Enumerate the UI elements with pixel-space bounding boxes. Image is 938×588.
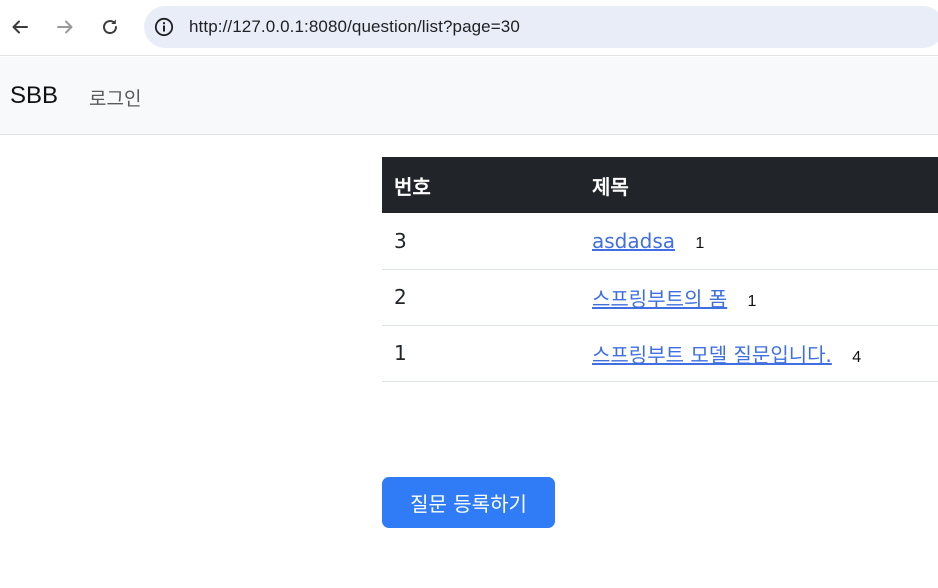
header-number: 번호	[382, 157, 580, 213]
table-row: 3 asdadsa 1	[382, 213, 938, 270]
question-link[interactable]: 스프링부트 모델 질문입니다.	[592, 343, 832, 367]
browser-toolbar: http://127.0.0.1:8080/question/list?page…	[0, 0, 938, 56]
question-link[interactable]: 스프링부트의 폼	[592, 287, 727, 311]
back-button[interactable]	[5, 12, 35, 42]
row-title-cell: asdadsa 1	[580, 213, 938, 270]
info-icon[interactable]	[154, 17, 174, 37]
forward-button[interactable]	[50, 12, 80, 42]
row-number: 3	[382, 213, 580, 270]
table-row: 1 스프링부트 모델 질문입니다. 4	[382, 325, 938, 382]
address-bar[interactable]: http://127.0.0.1:8080/question/list?page…	[144, 6, 938, 48]
create-question-button[interactable]: 질문 등록하기	[382, 477, 555, 528]
question-link[interactable]: asdadsa	[592, 229, 675, 253]
row-title-cell: 스프링부트의 폼 1	[580, 269, 938, 326]
forward-arrow-icon	[57, 20, 73, 34]
url-text[interactable]: http://127.0.0.1:8080/question/list?page…	[189, 17, 520, 37]
row-number: 1	[382, 325, 580, 382]
table-header-row: 번호 제목	[382, 157, 938, 213]
table-row: 2 스프링부트의 폼 1	[382, 269, 938, 326]
header-title: 제목	[580, 157, 938, 213]
answer-count: 4	[852, 348, 862, 366]
back-arrow-icon	[12, 20, 28, 34]
login-link[interactable]: 로그인	[89, 84, 141, 111]
brand-logo[interactable]: SBB	[10, 82, 58, 110]
row-number: 2	[382, 269, 580, 326]
question-table: 번호 제목 3 asdadsa 1 2 스프링부트의 폼 1 1 스프링부트 모…	[382, 157, 938, 382]
reload-icon	[103, 19, 118, 35]
reload-button[interactable]	[95, 12, 125, 42]
answer-count: 1	[695, 234, 705, 252]
answer-count: 1	[747, 292, 757, 310]
app-navbar: SBB 로그인	[0, 57, 938, 135]
row-title-cell: 스프링부트 모델 질문입니다. 4	[580, 325, 938, 382]
